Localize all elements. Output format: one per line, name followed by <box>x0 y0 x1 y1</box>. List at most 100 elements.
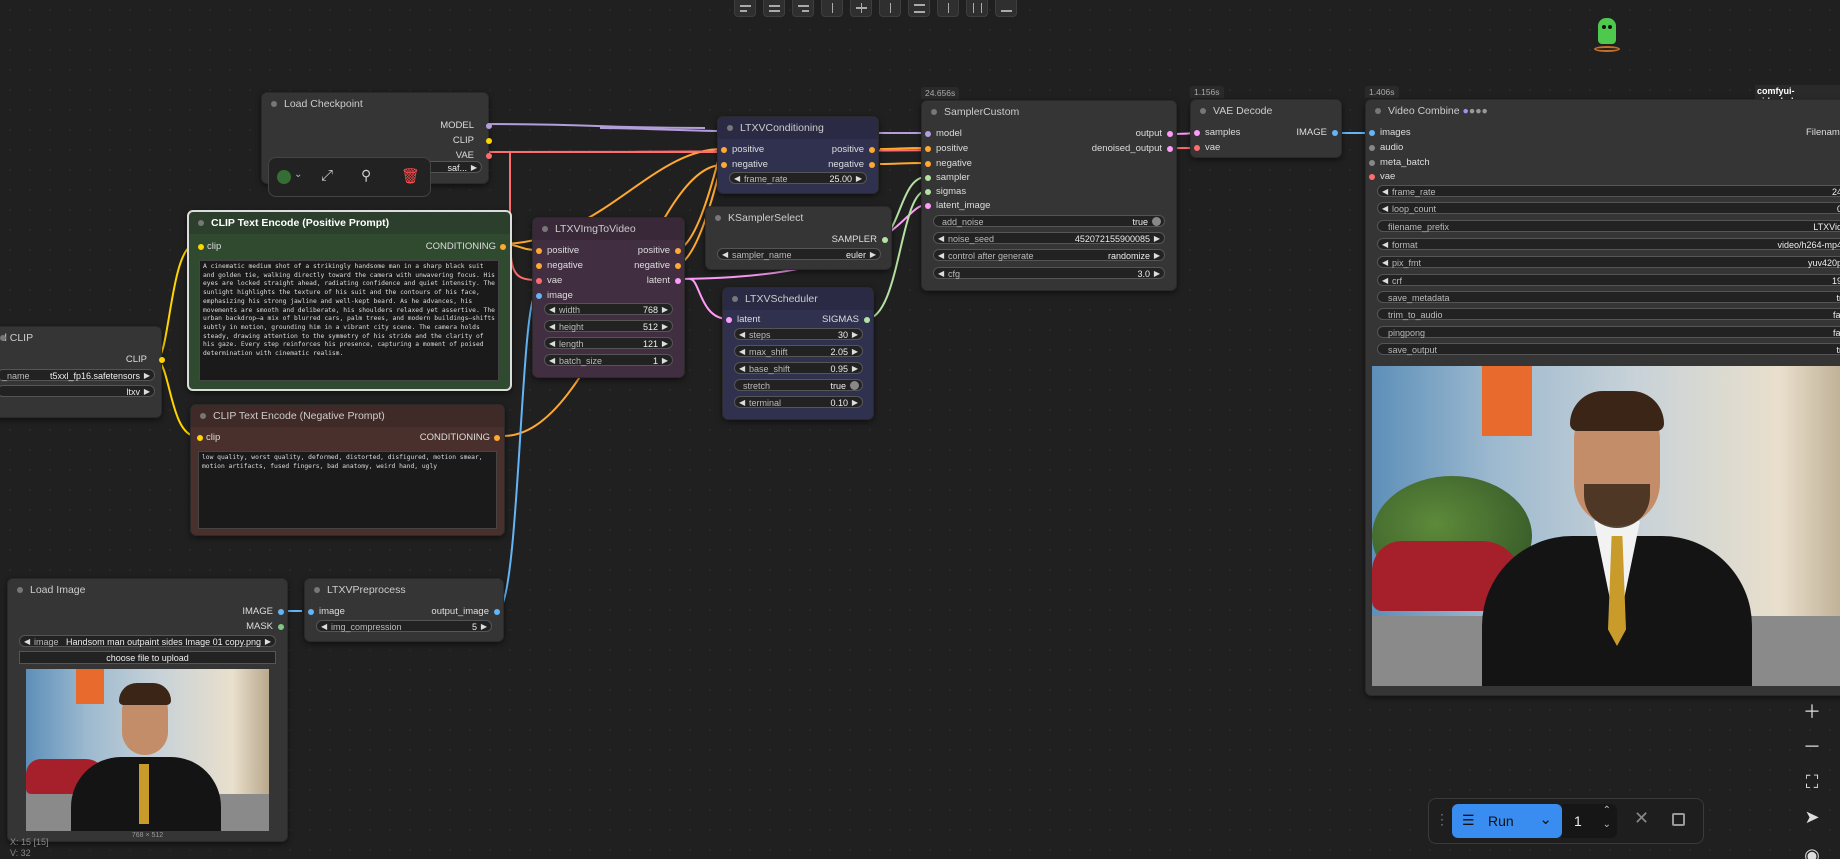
stretch-h-icon[interactable] <box>995 0 1017 17</box>
ltxv-img-to-video-node[interactable]: LTXVImgToVideo positive negative vae ima… <box>532 217 685 378</box>
input-negative[interactable]: negative <box>732 159 768 170</box>
align-middle-icon[interactable] <box>850 0 872 17</box>
decrement-icon[interactable]: ⌄ <box>1603 819 1611 830</box>
width-widget[interactable]: ◀ width 768 ▶ <box>544 303 673 315</box>
input-vae[interactable]: vae <box>547 275 562 286</box>
bypass-wand-icon[interactable]: ⤢ <box>321 167 333 184</box>
stretch-toggle[interactable]: stretch true <box>734 379 863 391</box>
input-latent-dot[interactable] <box>726 317 732 323</box>
output-denoised-dot[interactable] <box>1167 146 1173 152</box>
input-sigmas[interactable]: sigmas <box>936 186 966 197</box>
ltxv-scheduler-node[interactable]: LTXVScheduler latent SIGMAS ◀ steps 30 ▶ ◀ m… <box>722 287 874 420</box>
input-images[interactable]: images <box>1380 127 1411 138</box>
ckpt-name-widget[interactable]: saf... ▶ <box>422 161 482 173</box>
input-audio[interactable]: audio <box>1380 142 1403 153</box>
output-latent[interactable]: latent <box>647 275 670 286</box>
output-clip[interactable]: CLIP <box>126 354 147 365</box>
input-vae-dot[interactable] <box>536 278 542 284</box>
input-meta-batch[interactable]: meta_batch <box>1380 157 1430 168</box>
sampler-custom-node[interactable]: SamplerCustom model positive negative sa… <box>921 100 1177 291</box>
input-clip-dot[interactable] <box>198 244 204 250</box>
chevron-down-icon[interactable]: ⌄ <box>294 169 302 180</box>
clip-type-widget[interactable]: ltxv ▶ <box>0 385 155 397</box>
negative-prompt-textarea[interactable]: low quality, worst quality, deformed, di… <box>198 451 497 529</box>
sampler-name-widget[interactable]: ◀ sampler_name euler ▶ <box>717 248 881 260</box>
input-positive-dot[interactable] <box>721 147 727 153</box>
cancel-icon[interactable]: ✕ <box>1634 808 1649 829</box>
output-model[interactable]: MODEL <box>440 120 474 131</box>
input-image[interactable]: image <box>547 290 573 301</box>
input-sampler-dot[interactable] <box>925 175 931 181</box>
output-conditioning[interactable]: CONDITIONING <box>426 241 496 252</box>
filename-prefix-widget[interactable]: filename_prefixLTXVideo <box>1377 220 1840 232</box>
batch-count-input[interactable]: 1 ⌃ ⌄ <box>1562 804 1617 838</box>
load-clip-node[interactable]: d CLIP CLIP _name t5xxl_fp16.safetensors ▶… <box>0 326 165 418</box>
input-image-dot[interactable] <box>536 293 542 299</box>
output-negative[interactable]: negative <box>634 260 670 271</box>
visibility-icon[interactable]: ◉ <box>1800 843 1824 859</box>
input-latent[interactable]: latent <box>737 314 760 325</box>
save-metadata-toggle[interactable]: save_metadatatrue <box>1377 291 1840 303</box>
add-noise-toggle[interactable]: add_noise true <box>933 215 1165 227</box>
input-negative-dot[interactable] <box>536 263 542 269</box>
img-compression-widget[interactable]: ◀ img_compression 5 ▶ <box>316 620 492 632</box>
clip-name-widget[interactable]: _name t5xxl_fp16.safetensors ▶ <box>0 369 155 381</box>
positive-prompt-node[interactable]: CLIP Text Encode (Positive Prompt) clip … <box>187 210 512 391</box>
max-shift-widget[interactable]: ◀ max_shift 2.05 ▶ <box>734 345 863 357</box>
pingpong-toggle[interactable]: pingpongfalse <box>1377 326 1840 338</box>
zoom-out-icon[interactable]: － <box>1800 735 1824 759</box>
load-image-node[interactable]: Load Image IMAGE MASK ◀ image Handsom man … <box>7 578 288 842</box>
input-vae-dot[interactable] <box>1194 145 1200 151</box>
output-denoised[interactable]: denoised_output <box>1092 143 1162 154</box>
crf-widget[interactable]: ◀ crf 19 <box>1377 274 1840 286</box>
terminal-widget[interactable]: ◀ terminal 0.10 ▶ <box>734 396 863 408</box>
output-mask-dot[interactable] <box>278 624 284 630</box>
pin-icon[interactable]: ⚲ <box>361 167 371 184</box>
output-positive[interactable]: positive <box>638 245 670 256</box>
output-negative-dot[interactable] <box>675 263 681 269</box>
input-positive[interactable]: positive <box>547 245 579 256</box>
align-right-icon[interactable] <box>792 0 814 17</box>
input-sigmas-dot[interactable] <box>925 189 931 195</box>
output-clip-dot[interactable] <box>159 357 165 363</box>
output-image[interactable]: output_image <box>431 606 489 617</box>
output-image[interactable]: IMAGE <box>242 606 273 617</box>
image-select-widget[interactable]: ◀ image Handsom man outpaint sides Image 0… <box>19 635 276 647</box>
output-latent-dot[interactable] <box>675 278 681 284</box>
output-clip[interactable]: CLIP <box>453 135 474 146</box>
cfg-widget[interactable]: ◀ cfg 3.0 ▶ <box>933 267 1165 279</box>
output-vae-dot[interactable] <box>486 153 492 159</box>
ltxv-preprocess-node[interactable]: LTXVPreprocess image output_image ◀ img_c… <box>304 578 504 642</box>
input-positive[interactable]: positive <box>732 144 764 155</box>
output-image[interactable]: IMAGE <box>1296 127 1327 138</box>
frame-rate-widget[interactable]: ◀ frame_rate 24 <box>1377 185 1840 197</box>
output-output-dot[interactable] <box>1167 131 1173 137</box>
output-sampler-dot[interactable] <box>882 237 888 243</box>
output-model-dot[interactable] <box>486 123 492 129</box>
steps-widget[interactable]: ◀ steps 30 ▶ <box>734 328 863 340</box>
color-circle-icon[interactable] <box>277 170 291 184</box>
video-preview[interactable] <box>1372 366 1840 686</box>
align-bottom-icon[interactable] <box>879 0 901 17</box>
ltxv-conditioning-node[interactable]: LTXVConditioning positive negative posit… <box>717 116 879 194</box>
run-button[interactable]: ☰ Run ⌄ <box>1452 804 1562 838</box>
input-samples-dot[interactable] <box>1194 130 1200 136</box>
increment-icon[interactable]: ⌃ <box>1603 805 1611 816</box>
upload-button[interactable]: choose file to upload <box>19 651 276 664</box>
ksampler-select-node[interactable]: KSamplerSelect SAMPLER ◀ sampler_name eule… <box>705 206 892 270</box>
height-widget[interactable]: ◀ height 512 ▶ <box>544 320 673 332</box>
output-clip-dot[interactable] <box>486 138 492 144</box>
output-positive-dot[interactable] <box>869 147 875 153</box>
input-clip-dot[interactable] <box>197 435 203 441</box>
output-image-dot[interactable] <box>278 609 284 615</box>
input-vae[interactable]: vae <box>1205 142 1220 153</box>
input-vae[interactable]: vae <box>1380 171 1395 182</box>
align-center-icon[interactable] <box>763 0 785 17</box>
output-vae[interactable]: VAE <box>456 150 474 161</box>
distribute-v-icon[interactable] <box>937 0 959 17</box>
loop-count-widget[interactable]: ◀ loop_count 0 <box>1377 202 1840 214</box>
input-positive-dot[interactable] <box>925 146 931 152</box>
length-widget[interactable]: ◀ length 121 ▶ <box>544 337 673 349</box>
distribute-h-icon[interactable] <box>908 0 930 17</box>
stop-icon[interactable] <box>1672 813 1685 826</box>
